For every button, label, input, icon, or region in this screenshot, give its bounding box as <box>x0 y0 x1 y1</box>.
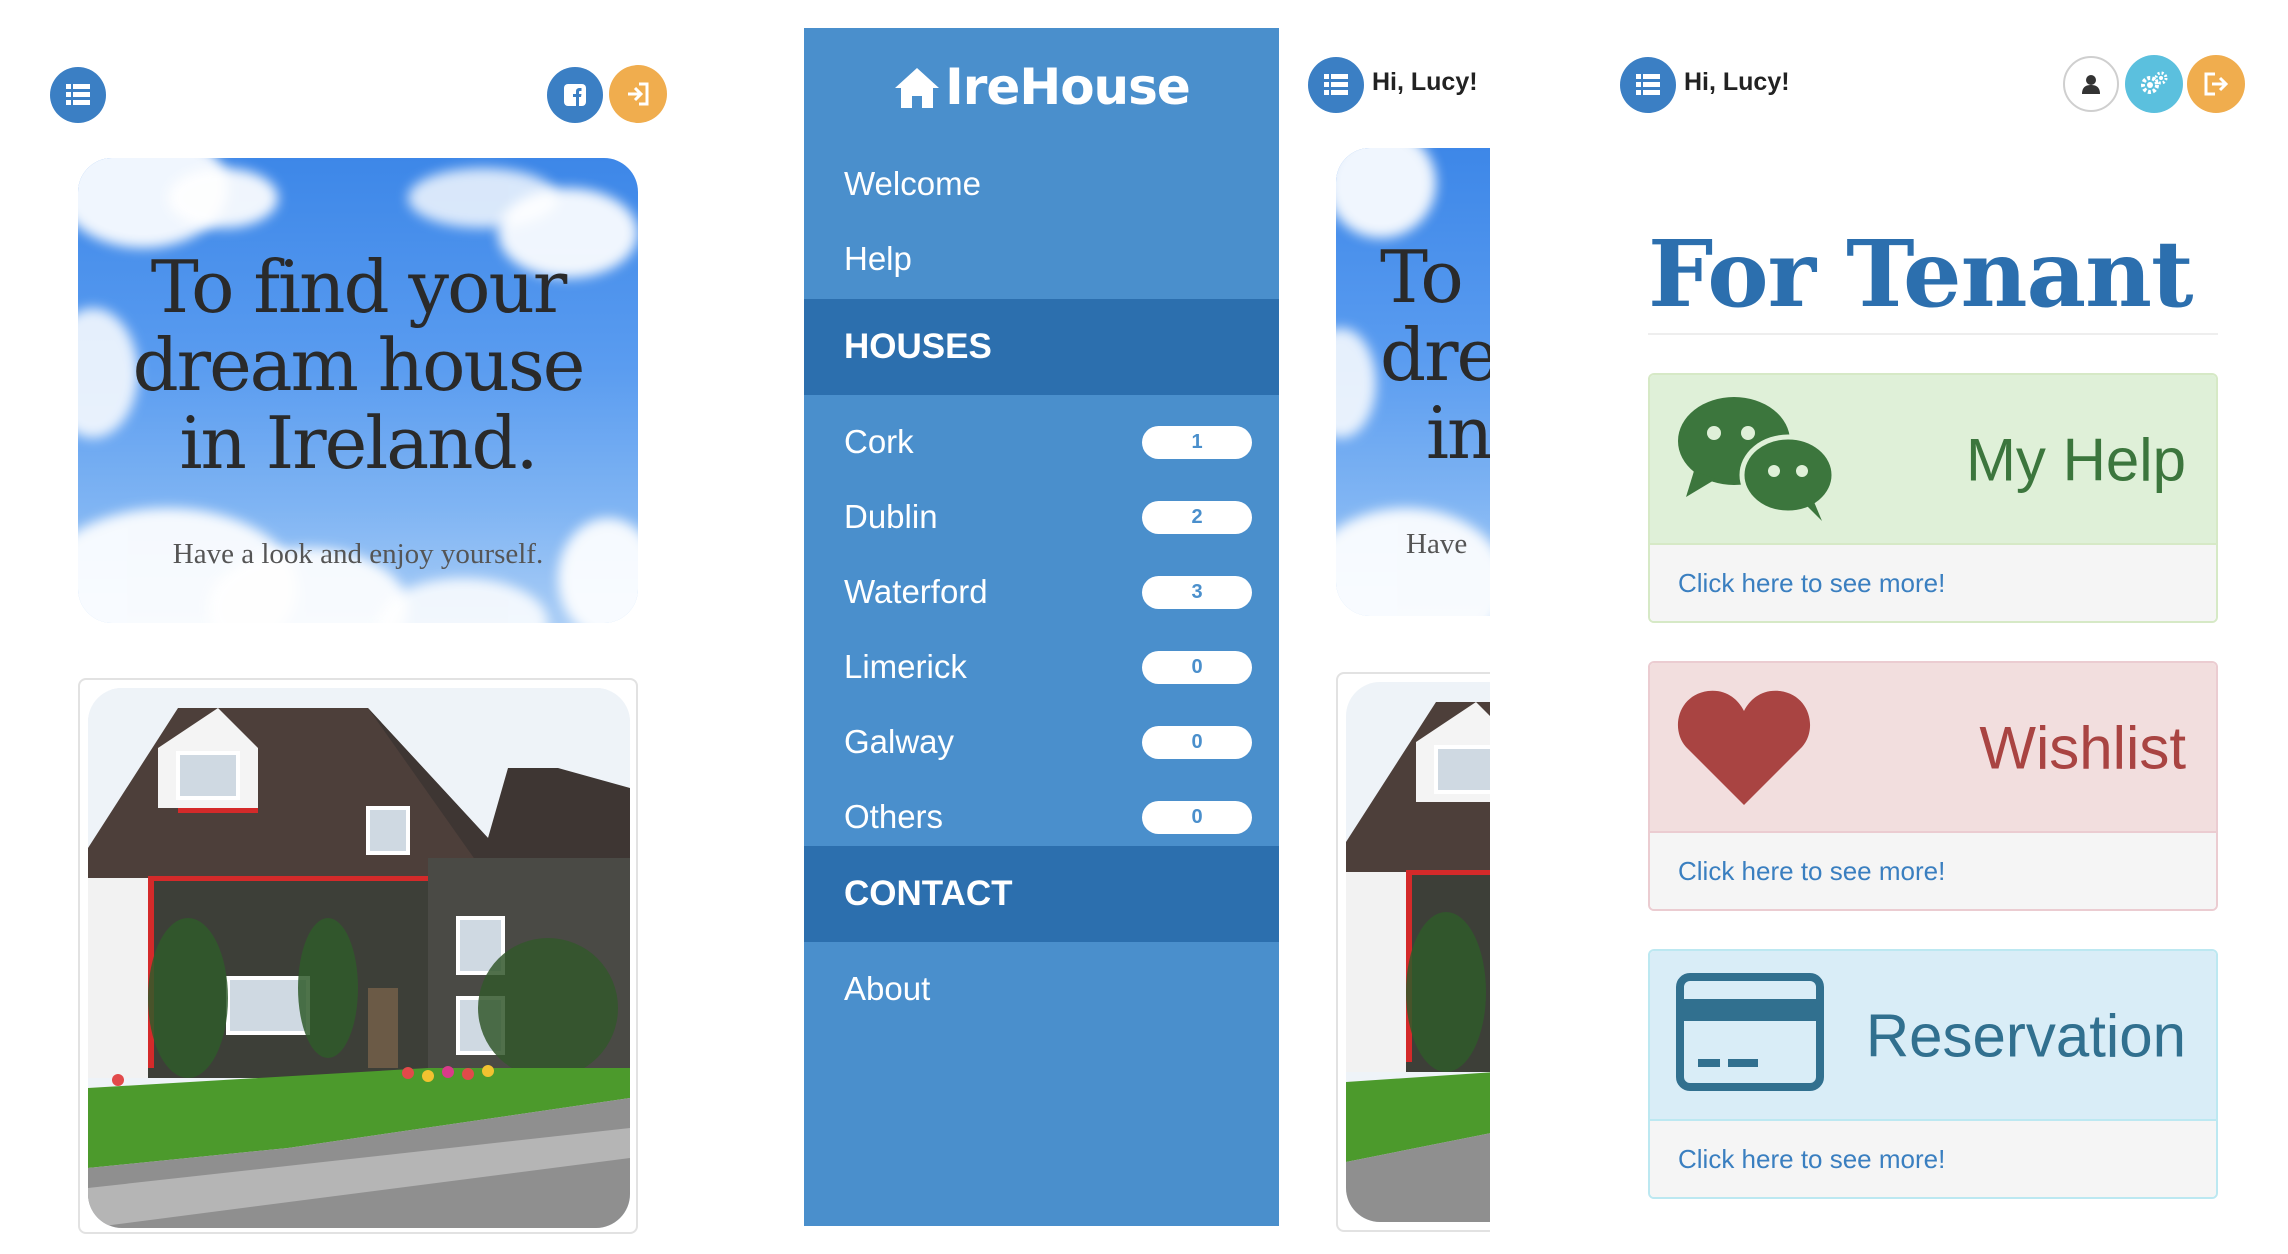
panel-title: My Help <box>1965 426 2186 494</box>
user-icon <box>2082 75 2100 94</box>
sign-in-button[interactable] <box>609 65 667 123</box>
divider <box>1648 333 2218 335</box>
wechat-icon <box>1678 397 1836 521</box>
brand-logo[interactable]: IreHouse <box>804 58 1279 116</box>
menu-header-contact: CONTACT <box>804 846 1279 942</box>
facebook-icon <box>564 84 586 106</box>
see-more-link[interactable]: Click here to see more! <box>1650 831 2216 909</box>
gears-icon <box>2141 71 2168 94</box>
panel-title: Reservation <box>1865 1002 2186 1070</box>
menu-header-houses: HOUSES <box>804 299 1279 395</box>
greeting: Hi, Lucy! <box>1684 68 1790 96</box>
list-icon <box>1636 74 1660 95</box>
menu-item-label: Welcome <box>844 164 981 202</box>
menu-item-about[interactable]: About <box>804 951 1279 1026</box>
menu-item-label: Others <box>844 797 944 835</box>
see-more-link[interactable]: Click here to see more! <box>1650 543 2216 621</box>
menu-item-others[interactable]: Others 0 <box>804 779 1279 854</box>
menu-item-label: Galway <box>844 722 955 760</box>
panel-heading: Reservation <box>1650 951 2216 1121</box>
reservation-panel[interactable]: Reservation Click here to see more! <box>1648 949 2218 1199</box>
menu-header-label: HOUSES <box>844 327 992 366</box>
wishlist-panel[interactable]: Wishlist Click here to see more! <box>1648 661 2218 911</box>
see-more-link[interactable]: Click here to see more! <box>1650 1119 2216 1197</box>
hero-banner: To dre in Have <box>1336 148 1490 616</box>
sign-out-icon <box>2204 72 2229 96</box>
profile-button[interactable] <box>2063 56 2119 112</box>
house-image <box>88 688 630 1228</box>
my-help-panel[interactable]: My Help Click here to see more! <box>1648 373 2218 623</box>
page-title: For Tenant <box>1648 220 2193 328</box>
menu-item-label: Cork <box>844 422 914 460</box>
house-image <box>1346 682 1490 1222</box>
menu-item-galway[interactable]: Galway 0 <box>804 704 1279 779</box>
menu-item-limerick[interactable]: Limerick 0 <box>804 629 1279 704</box>
panel-heading: My Help <box>1650 375 2216 545</box>
menu-item-label: Dublin <box>844 497 938 535</box>
brand-name: IreHouse <box>945 58 1191 116</box>
menu-item-cork[interactable]: Cork 1 <box>804 404 1279 479</box>
count-badge: 0 <box>1142 800 1252 834</box>
credit-card-icon <box>1676 973 1824 1091</box>
panel-title: Wishlist <box>1979 714 2186 782</box>
menu-item-welcome[interactable]: Welcome <box>804 146 1279 221</box>
panel-heading: Wishlist <box>1650 663 2216 833</box>
hero-title: To find your dream house in Ireland. <box>132 245 586 485</box>
menu-item-label: Limerick <box>844 647 967 685</box>
facebook-login-button[interactable] <box>547 67 603 123</box>
hero-subtitle: Have a look and enjoy yourself. <box>172 538 544 570</box>
count-badge: 3 <box>1142 575 1252 609</box>
hero-title: To dre in <box>1380 235 1490 475</box>
menu-item-label: Help <box>844 239 912 277</box>
count-badge: 2 <box>1142 500 1252 534</box>
settings-button[interactable] <box>2125 55 2183 113</box>
count-badge: 1 <box>1142 425 1252 459</box>
menu-header-label: CONTACT <box>844 874 1013 913</box>
hero-banner: To find your dream house in Ireland. Hav… <box>78 158 638 623</box>
hero-subtitle: Have <box>1406 528 1468 560</box>
menu-item-label: About <box>844 969 931 1007</box>
sign-in-icon <box>628 82 649 106</box>
menu-item-waterford[interactable]: Waterford 3 <box>804 554 1279 629</box>
house-card[interactable] <box>1336 672 1490 1232</box>
menu-toggle-button[interactable] <box>50 67 106 123</box>
side-menu: IreHouse Welcome Help HOUSES Cork 1 Dubl… <box>804 28 1279 1226</box>
list-icon <box>66 84 90 105</box>
menu-item-label: Waterford <box>844 572 988 610</box>
partial-content: To dre in Have <box>1300 0 1490 1254</box>
menu-toggle-button[interactable] <box>1620 57 1676 113</box>
house-card[interactable] <box>78 678 638 1234</box>
home-icon <box>895 68 940 108</box>
sign-out-button[interactable] <box>2187 55 2245 113</box>
menu-item-dublin[interactable]: Dublin 2 <box>804 479 1279 554</box>
heart-icon <box>1677 690 1811 805</box>
menu-item-help[interactable]: Help <box>804 221 1279 296</box>
count-badge: 0 <box>1142 725 1252 759</box>
count-badge: 0 <box>1142 650 1252 684</box>
